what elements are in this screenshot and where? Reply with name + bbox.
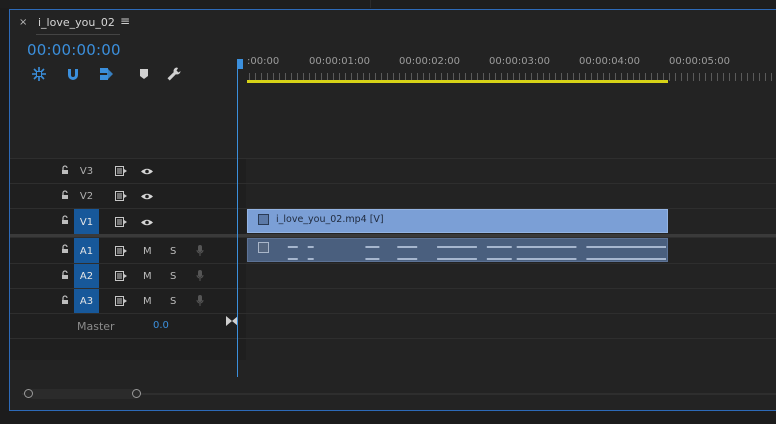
microphone-icon[interactable] (196, 245, 204, 257)
track-header-a1: A1 M S (10, 238, 246, 264)
track-master (10, 313, 776, 339)
video-clip-label: i_love_you_02.mp4 [V] (276, 214, 384, 225)
work-area-bar[interactable] (247, 80, 668, 83)
eye-icon[interactable] (140, 218, 154, 227)
wrench-icon[interactable] (166, 66, 182, 82)
mute-button-a3[interactable]: M (143, 289, 152, 314)
ruler-label: 00:00:01:00 (309, 56, 371, 67)
timeline-panel: × i_love_you_02 ≡ 00:00:00:00:00:00 00:… (9, 9, 776, 411)
linked-selection-icon[interactable] (98, 66, 114, 82)
scrollbar-left-handle[interactable] (24, 389, 33, 398)
lock-icon[interactable] (60, 190, 70, 200)
lock-icon[interactable] (60, 215, 70, 225)
track-name-v1[interactable]: V1 (74, 209, 99, 235)
top-strip (0, 0, 776, 8)
master-volume-value[interactable]: 0.0 (153, 320, 169, 331)
sequence-tab[interactable]: × i_love_you_02 ≡ (10, 10, 776, 36)
eye-icon[interactable] (140, 192, 154, 201)
track-name-a1[interactable]: A1 (74, 238, 99, 264)
eye-icon[interactable] (140, 167, 154, 176)
track-header-a2: A2 M S (10, 264, 246, 289)
lock-icon[interactable] (60, 295, 70, 305)
track-a3: A3 M S (10, 288, 776, 314)
ruler-label: 00:00:05:00 (669, 56, 731, 67)
timeline-zoom-scrollbar[interactable] (22, 387, 776, 400)
playhead-timecode[interactable]: 00:00:00:00 (27, 41, 121, 59)
mute-button-a2[interactable]: M (143, 264, 152, 289)
lock-icon[interactable] (60, 165, 70, 175)
mute-button-a1[interactable]: M (143, 238, 152, 264)
track-name-a3[interactable]: A3 (74, 289, 99, 314)
sync-lock-icon[interactable] (115, 217, 127, 227)
audio-waveform (287, 246, 667, 248)
panel-menu-icon[interactable]: ≡ (120, 14, 130, 28)
ruler-label: 00:00:02:00 (399, 56, 461, 67)
master-label: Master (77, 320, 115, 333)
close-tab-icon[interactable]: × (19, 17, 27, 28)
fx-badge-icon (258, 214, 269, 225)
solo-button-a1[interactable]: S (170, 238, 176, 264)
video-clip[interactable]: i_love_you_02.mp4 [V] (247, 209, 668, 233)
track-v3: V3 (10, 158, 776, 184)
ruler-label: 00:00:03:00 (489, 56, 551, 67)
sequence-title[interactable]: i_love_you_02 (38, 16, 115, 29)
snap-icon[interactable] (31, 66, 47, 82)
scrollbar-right-handle[interactable] (132, 389, 141, 398)
lock-icon[interactable] (60, 270, 70, 280)
audio-waveform (287, 258, 667, 260)
track-header-a3: A3 M S (10, 289, 246, 314)
track-divider (10, 338, 776, 339)
lock-icon[interactable] (60, 244, 70, 254)
track-name-a2[interactable]: A2 (74, 264, 99, 289)
microphone-icon[interactable] (196, 270, 204, 282)
track-v2: V2 (10, 183, 776, 209)
solo-button-a3[interactable]: S (170, 289, 176, 314)
tab-underline (36, 34, 120, 35)
playhead-line[interactable] (237, 66, 238, 377)
track-a2: A2 M S (10, 263, 776, 289)
solo-button-a2[interactable]: S (170, 264, 176, 289)
sync-lock-icon[interactable] (115, 246, 127, 256)
ruler-label: 00:00:04:00 (579, 56, 641, 67)
time-ruler[interactable]: :00:00 00:00:01:00 00:00:02:00 00:00:03:… (247, 40, 776, 92)
sync-lock-icon[interactable] (115, 191, 127, 201)
sync-lock-icon[interactable] (115, 271, 127, 281)
track-header-v3: V3 (10, 159, 246, 184)
track-name-v3[interactable]: V3 (74, 159, 99, 184)
magnet-icon[interactable] (65, 66, 81, 82)
top-divider (370, 0, 371, 8)
sync-lock-icon[interactable] (115, 166, 127, 176)
track-name-v2[interactable]: V2 (74, 184, 99, 209)
scrollbar-thumb[interactable] (28, 389, 140, 399)
ruler-label: :00:00 (247, 56, 280, 67)
track-header-v1: V1 (10, 209, 246, 235)
add-marker-icon[interactable] (136, 66, 152, 82)
microphone-icon[interactable] (196, 295, 204, 307)
sync-lock-icon[interactable] (115, 296, 127, 306)
audio-clip[interactable] (247, 238, 668, 262)
track-header-v2: V2 (10, 184, 246, 209)
